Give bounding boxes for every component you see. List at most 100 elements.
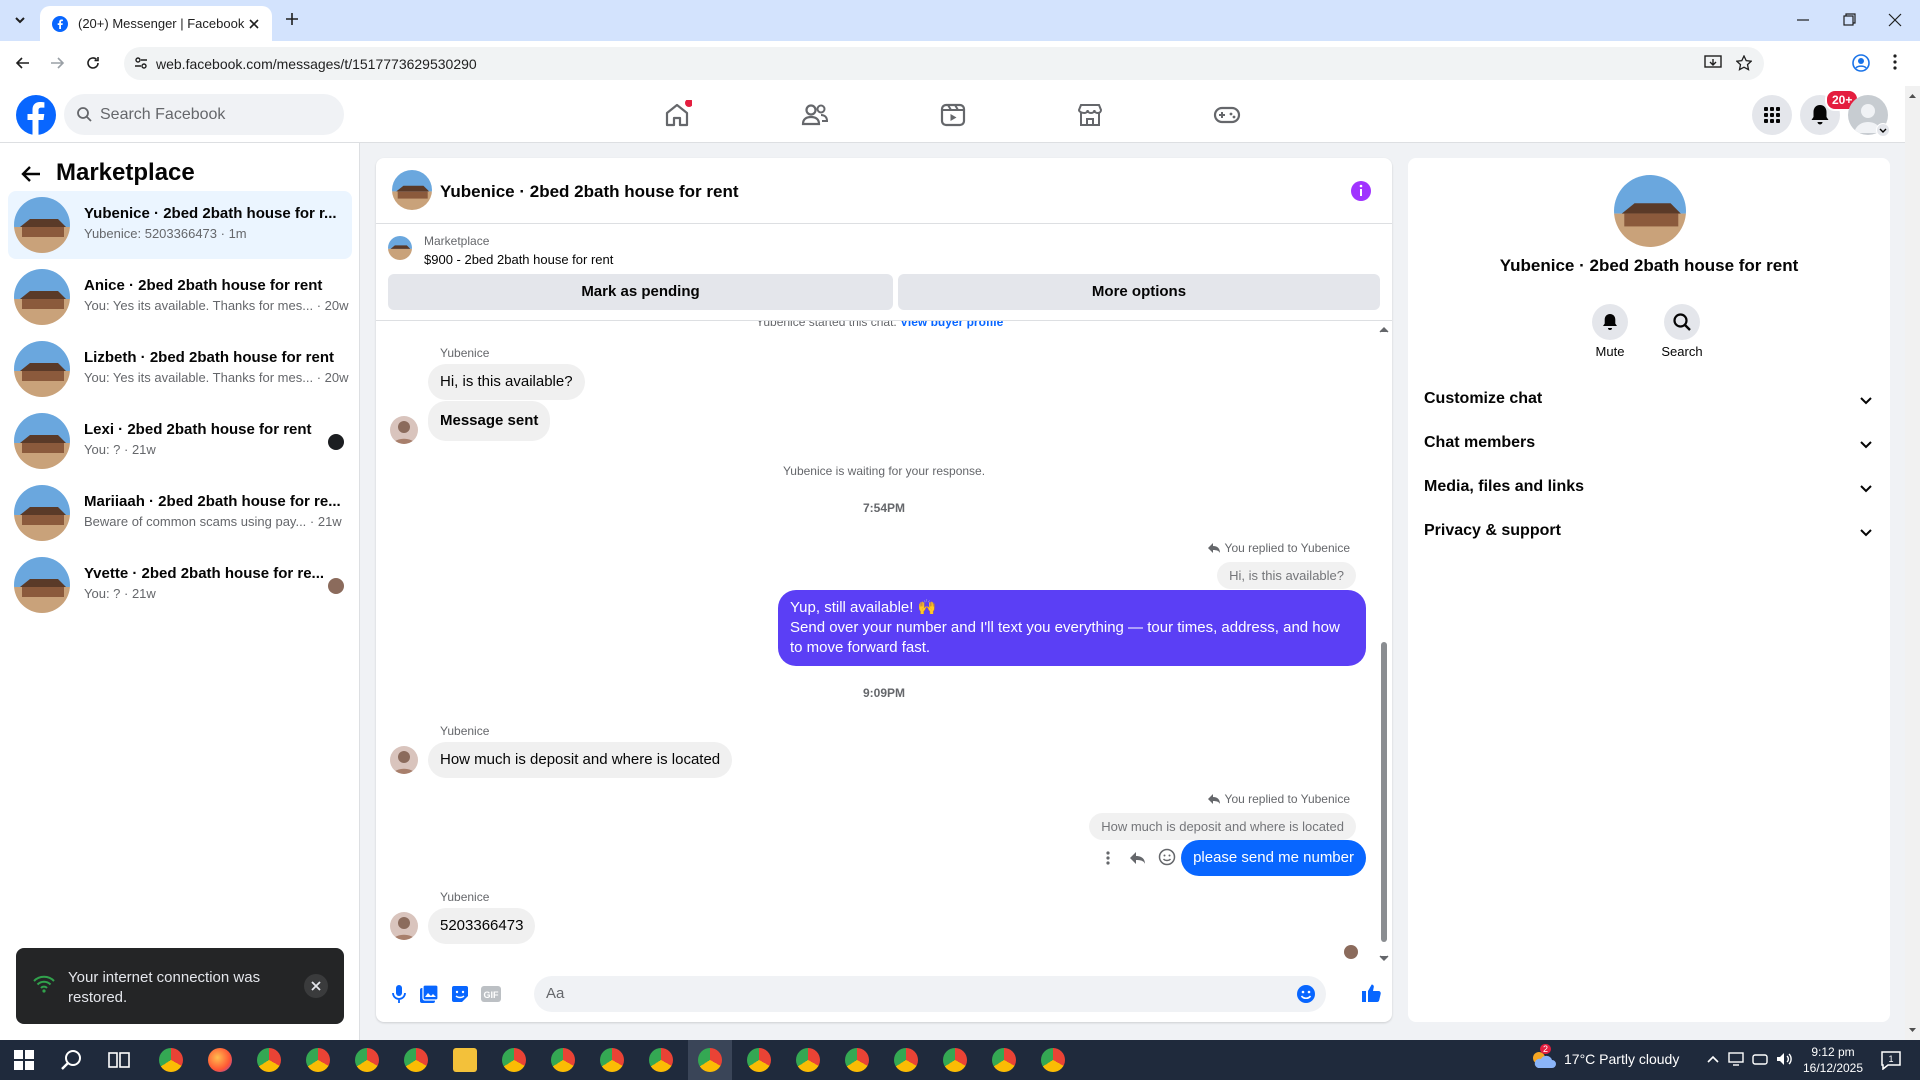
chrome-taskbar-icon[interactable]: [943, 1048, 967, 1072]
mute-button[interactable]: [1592, 304, 1628, 340]
firefox-taskbar-icon[interactable]: [208, 1048, 232, 1072]
facebook-logo-icon[interactable]: [16, 95, 56, 135]
chrome-taskbar-icon[interactable]: [551, 1048, 575, 1072]
incoming-message[interactable]: Message sent: [428, 401, 551, 441]
reply-action-icon[interactable]: [1128, 850, 1146, 866]
chat-members-section[interactable]: Chat members: [1424, 422, 1874, 466]
conversation-item[interactable]: Anice · 2bed 2bath house for rent You: Y…: [8, 263, 352, 331]
chrome-taskbar-icon[interactable]: [796, 1048, 820, 1072]
mark-pending-button[interactable]: Mark as pending: [388, 274, 893, 310]
incoming-message[interactable]: 5203366473: [428, 908, 536, 944]
file-explorer-icon[interactable]: [453, 1048, 477, 1072]
quoted-message[interactable]: Hi, is this available?: [1217, 562, 1356, 589]
quoted-message[interactable]: How much is deposit and where is located: [1089, 813, 1356, 840]
view-buyer-profile-link[interactable]: View buyer profile: [900, 321, 1003, 329]
reload-icon[interactable]: [84, 54, 102, 72]
chat-avatar[interactable]: [392, 170, 432, 210]
more-options-button[interactable]: More options: [898, 274, 1380, 310]
network-icon[interactable]: [1728, 1052, 1744, 1066]
customize-chat-section[interactable]: Customize chat: [1424, 378, 1874, 422]
search-chat-button[interactable]: [1664, 304, 1700, 340]
like-thumb-icon[interactable]: [1360, 982, 1382, 1004]
notification-center-icon[interactable]: 1: [1880, 1050, 1902, 1070]
site-info-icon[interactable]: [134, 56, 148, 70]
gaming-icon[interactable]: [1212, 100, 1242, 130]
tray-chevron-up-icon[interactable]: [1706, 1052, 1720, 1066]
conversation-item[interactable]: Lizbeth · 2bed 2bath house for rent You:…: [8, 335, 352, 403]
chrome-taskbar-icon[interactable]: [600, 1048, 624, 1072]
info-icon[interactable]: [1350, 180, 1372, 202]
incoming-message[interactable]: Hi, is this available?: [428, 364, 585, 400]
outgoing-message[interactable]: Yup, still available! 🙌 Send over your n…: [778, 590, 1366, 666]
menu-grid-button[interactable]: [1752, 95, 1792, 135]
tab-close-icon[interactable]: [248, 18, 260, 30]
new-tab-icon[interactable]: [284, 11, 300, 27]
microphone-icon[interactable]: [390, 984, 408, 1004]
section-label: Privacy & support: [1424, 522, 1561, 539]
react-emoji-icon[interactable]: [1158, 848, 1176, 866]
restore-icon[interactable]: [1841, 12, 1857, 28]
minimize-icon[interactable]: [1795, 12, 1811, 28]
weather-widget[interactable]: 2 17°C Partly cloudy: [1530, 1044, 1679, 1070]
chrome-taskbar-icon[interactable]: [649, 1048, 673, 1072]
conversation-item[interactable]: Lexi · 2bed 2bath house for rent You: ? …: [8, 407, 352, 475]
sticker-icon[interactable]: [450, 984, 470, 1004]
search-input[interactable]: Search Facebook: [64, 94, 344, 135]
taskbar-search-icon[interactable]: [60, 1048, 84, 1072]
page-scrollbar[interactable]: [1905, 86, 1920, 1040]
chrome-taskbar-icon[interactable]: [502, 1048, 526, 1072]
conversation-item[interactable]: Mariiaah · 2bed 2bath house for re... Be…: [8, 479, 352, 547]
emoji-icon[interactable]: [1296, 984, 1316, 1004]
close-window-icon[interactable]: [1887, 12, 1903, 28]
friends-icon[interactable]: [800, 100, 830, 130]
chrome-taskbar-icon[interactable]: [159, 1048, 183, 1072]
address-bar[interactable]: web.facebook.com/messages/t/151777362953…: [124, 47, 1764, 80]
chrome-taskbar-icon[interactable]: [257, 1048, 281, 1072]
back-arrow-icon[interactable]: [20, 163, 42, 185]
chat-scrollbar[interactable]: [1378, 324, 1390, 964]
conversation-item[interactable]: Yubenice · 2bed 2bath house for r... Yub…: [8, 191, 352, 259]
chrome-taskbar-icon[interactable]: [845, 1048, 869, 1072]
video-icon[interactable]: [938, 100, 968, 130]
conversation-item[interactable]: Yvette · 2bed 2bath house for re... You:…: [8, 551, 352, 619]
chrome-taskbar-icon[interactable]: [747, 1048, 771, 1072]
incoming-message[interactable]: How much is deposit and where is located: [428, 742, 733, 778]
chat-title[interactable]: Yubenice · 2bed 2bath house for rent: [440, 182, 739, 202]
chrome-taskbar-icon[interactable]: [698, 1048, 722, 1072]
chrome-taskbar-icon[interactable]: [992, 1048, 1016, 1072]
bookmark-star-icon[interactable]: [1736, 55, 1752, 71]
chrome-taskbar-icon[interactable]: [355, 1048, 379, 1072]
task-view-icon[interactable]: [108, 1050, 130, 1070]
sender-avatar[interactable]: [390, 416, 418, 444]
chrome-taskbar-icon[interactable]: [1041, 1048, 1065, 1072]
home-icon[interactable]: [662, 100, 692, 130]
forward-icon[interactable]: [48, 54, 66, 72]
media-files-section[interactable]: Media, files and links: [1424, 466, 1874, 510]
outgoing-message[interactable]: please send me number: [1181, 840, 1366, 876]
sender-avatar[interactable]: [390, 746, 418, 774]
back-icon[interactable]: [14, 54, 32, 72]
chrome-taskbar-icon[interactable]: [404, 1048, 428, 1072]
browser-tab[interactable]: (20+) Messenger | Facebook: [40, 6, 272, 41]
listing-summary[interactable]: $900 - 2bed 2bath house for rent: [424, 252, 613, 267]
drive-icon[interactable]: [1752, 1052, 1768, 1066]
photo-attach-icon[interactable]: [419, 984, 439, 1004]
message-input[interactable]: Aa: [534, 976, 1326, 1012]
toast-close-button[interactable]: [304, 974, 328, 998]
profile-icon[interactable]: [1851, 53, 1871, 73]
browser-menu-icon[interactable]: [1892, 53, 1898, 71]
details-avatar[interactable]: [1614, 175, 1686, 247]
tab-list-dropdown-icon[interactable]: [10, 10, 30, 30]
gif-icon[interactable]: GIF: [480, 984, 502, 1004]
marketplace-icon[interactable]: [1075, 100, 1105, 130]
sender-avatar[interactable]: [390, 912, 418, 940]
more-actions-icon[interactable]: [1105, 850, 1111, 866]
install-app-icon[interactable]: [1704, 55, 1722, 71]
taskbar-clock[interactable]: 9:12 pm 16/12/2025: [1800, 1044, 1866, 1076]
chrome-taskbar-icon[interactable]: [894, 1048, 918, 1072]
privacy-support-section[interactable]: Privacy & support: [1424, 510, 1874, 554]
account-chevron-icon[interactable]: [1876, 123, 1890, 137]
windows-start-icon[interactable]: [14, 1050, 34, 1070]
chrome-taskbar-icon[interactable]: [306, 1048, 330, 1072]
volume-icon[interactable]: [1775, 1051, 1793, 1067]
